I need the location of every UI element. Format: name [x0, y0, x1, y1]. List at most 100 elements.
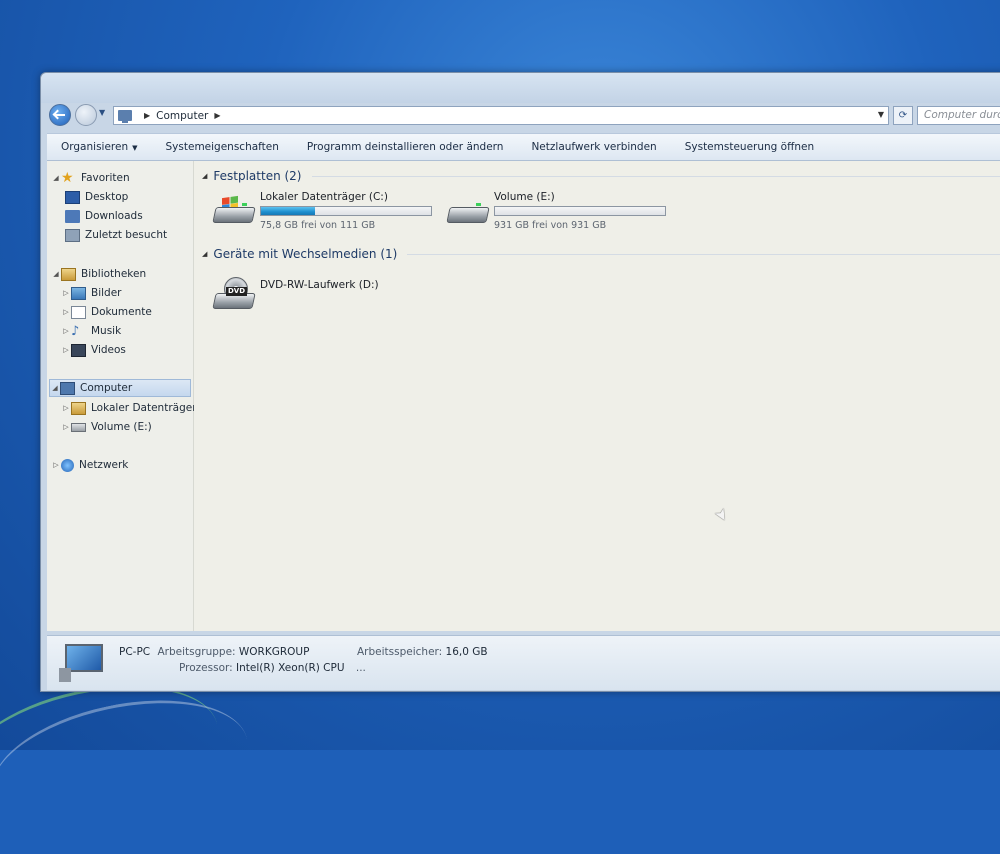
- disk-led: [476, 203, 481, 206]
- drive-name: Lokaler Datenträger (C:): [260, 191, 388, 203]
- map-network-drive-button[interactable]: Netzlaufwerk verbinden: [517, 141, 670, 153]
- details-pane: PC-PC Arbeitsgruppe: WORKGROUP Arbeitssp…: [47, 635, 1000, 690]
- drive-name: Volume (E:): [494, 191, 555, 203]
- downloads-icon: [65, 210, 80, 223]
- hard-disk-body: [446, 207, 489, 223]
- drive-item-dvd[interactable]: DVD DVD-RW-Laufwerk (D:): [212, 277, 436, 321]
- command-bar: Organisieren ▼ Systemeigenschaften Progra…: [47, 133, 1000, 161]
- nav-label: Netzwerk: [79, 459, 128, 471]
- nav-label: Bilder: [91, 287, 121, 299]
- expand-arrow-icon[interactable]: ◢: [51, 270, 61, 278]
- refresh-button[interactable]: ⟳: [893, 106, 913, 125]
- explorer-window: ▼ ▶ Computer ▶ ▼ ⟳ Computer durchsuchen …: [40, 72, 1000, 692]
- expand-arrow-icon[interactable]: ▷: [61, 404, 71, 412]
- group-header-removable[interactable]: ◢ Geräte mit Wechselmedien (1): [202, 247, 1000, 261]
- desktop-icon: [65, 191, 80, 204]
- nav-item-pictures[interactable]: ▷ Bilder: [61, 284, 121, 302]
- star-icon: ★: [61, 172, 76, 185]
- drive-name: DVD-RW-Laufwerk (D:): [260, 279, 379, 291]
- group-title: Festplatten (2): [213, 169, 301, 183]
- workgroup-label: Arbeitsgruppe:: [157, 646, 235, 658]
- organize-label: Organisieren: [61, 141, 128, 153]
- nav-label: Zuletzt besucht: [85, 229, 167, 241]
- system-properties-button[interactable]: Systemeigenschaften: [152, 141, 293, 153]
- expand-arrow-icon[interactable]: ▷: [61, 327, 71, 335]
- hard-disk-icon: [446, 197, 490, 227]
- drive-item-e[interactable]: Volume (E:) 931 GB frei von 931 GB: [446, 191, 670, 235]
- forward-button[interactable]: [75, 104, 97, 126]
- nav-item-volume-e[interactable]: ▷ Volume (E:): [61, 418, 152, 436]
- nav-label: Dokumente: [91, 306, 152, 318]
- network-globe-icon: [61, 459, 74, 472]
- nav-label: Volume (E:): [91, 421, 152, 433]
- nav-label: Downloads: [85, 210, 143, 222]
- nav-item-computer[interactable]: ◢ Computer: [49, 379, 191, 397]
- nav-item-recent[interactable]: Zuletzt besucht: [65, 226, 167, 244]
- divider: [407, 254, 1000, 255]
- organize-button[interactable]: Organisieren ▼: [47, 141, 152, 153]
- expand-arrow-icon[interactable]: ▷: [61, 289, 71, 297]
- computer-monitor-icon: [65, 644, 103, 672]
- nav-item-downloads[interactable]: Downloads: [65, 207, 143, 225]
- pictures-icon: [71, 287, 86, 300]
- chevron-down-icon: ▼: [132, 144, 137, 152]
- content-pane: ◢ Festplatten (2) Lokaler Datenträger (C…: [194, 161, 1000, 631]
- computer-icon: [60, 382, 75, 395]
- expand-arrow-icon[interactable]: ▷: [61, 346, 71, 354]
- library-icon: [61, 268, 76, 281]
- title-bar[interactable]: [41, 73, 1000, 103]
- expand-arrow-icon[interactable]: ▷: [51, 461, 61, 469]
- search-input[interactable]: Computer durchsuchen: [917, 106, 1000, 125]
- address-row: ▼ ▶ Computer ▶ ▼ ⟳ Computer durchsuchen: [47, 103, 1000, 129]
- memory-value: 16,0 GB: [446, 646, 488, 658]
- nav-label: Computer: [80, 382, 132, 394]
- address-dropdown-icon[interactable]: ▼: [878, 110, 884, 119]
- expand-arrow-icon[interactable]: ◢: [50, 384, 60, 392]
- nav-item-documents[interactable]: ▷ Dokumente: [61, 303, 152, 321]
- drive-usage-bar: [494, 206, 666, 216]
- local-disk-icon: [71, 402, 86, 415]
- documents-icon: [71, 306, 86, 319]
- music-note-icon: ♪: [71, 325, 86, 338]
- drive-item-c[interactable]: Lokaler Datenträger (C:) 75,8 GB frei vo…: [212, 191, 436, 235]
- dvd-drive-icon: DVD: [212, 283, 256, 313]
- nav-item-favorites[interactable]: ◢ ★ Favoriten: [51, 169, 130, 187]
- drive-usage-fill: [261, 207, 315, 215]
- nav-item-desktop[interactable]: Desktop: [65, 188, 128, 206]
- drive-free-space: 75,8 GB frei von 111 GB: [260, 220, 375, 231]
- nav-item-network[interactable]: ▷ Netzwerk: [51, 456, 128, 474]
- breadcrumb-computer[interactable]: Computer: [156, 110, 208, 122]
- nav-label: Desktop: [85, 191, 128, 203]
- nav-label: Lokaler Datenträger: [91, 402, 197, 414]
- open-control-panel-button[interactable]: Systemsteuerung öffnen: [671, 141, 828, 153]
- expand-arrow-icon[interactable]: ◢: [51, 174, 61, 182]
- nav-label: Bibliotheken: [81, 268, 146, 280]
- hard-disk-icon: [212, 207, 255, 223]
- expand-arrow-icon[interactable]: ▷: [61, 308, 71, 316]
- recent-pages-dropdown[interactable]: ▼: [99, 108, 105, 117]
- nav-item-music[interactable]: ▷ ♪ Musik: [61, 322, 121, 340]
- breadcrumb-arrow-icon[interactable]: ▶: [214, 111, 220, 120]
- uninstall-program-button[interactable]: Programm deinstallieren oder ändern: [293, 141, 518, 153]
- address-bar[interactable]: ▶ Computer ▶ ▼: [113, 106, 889, 125]
- collapse-arrow-icon[interactable]: ◢: [202, 250, 207, 258]
- divider: [312, 176, 1000, 177]
- cpu-label: Prozessor:: [179, 662, 233, 674]
- nav-item-videos[interactable]: ▷ Videos: [61, 341, 126, 359]
- dvd-badge: DVD: [226, 287, 247, 296]
- memory-label: Arbeitsspeicher:: [357, 646, 442, 658]
- expand-arrow-icon[interactable]: ▷: [61, 423, 71, 431]
- nav-label: Musik: [91, 325, 121, 337]
- cpu-ellipsis: ...: [356, 662, 366, 674]
- cpu-value: Intel(R) Xeon(R) CPU: [236, 662, 345, 674]
- back-button[interactable]: [49, 104, 71, 126]
- collapse-arrow-icon[interactable]: ◢: [202, 172, 207, 180]
- drive-icon: [71, 423, 86, 432]
- hard-disk-windows-icon: [212, 197, 256, 227]
- nav-label: Videos: [91, 344, 126, 356]
- nav-item-local-disk[interactable]: ▷ Lokaler Datenträger: [61, 399, 197, 417]
- breadcrumb-arrow-icon[interactable]: ▶: [144, 111, 150, 120]
- drive-free-space: 931 GB frei von 931 GB: [494, 220, 606, 231]
- group-header-hard-disks[interactable]: ◢ Festplatten (2): [202, 169, 1000, 183]
- nav-item-libraries[interactable]: ◢ Bibliotheken: [51, 265, 146, 283]
